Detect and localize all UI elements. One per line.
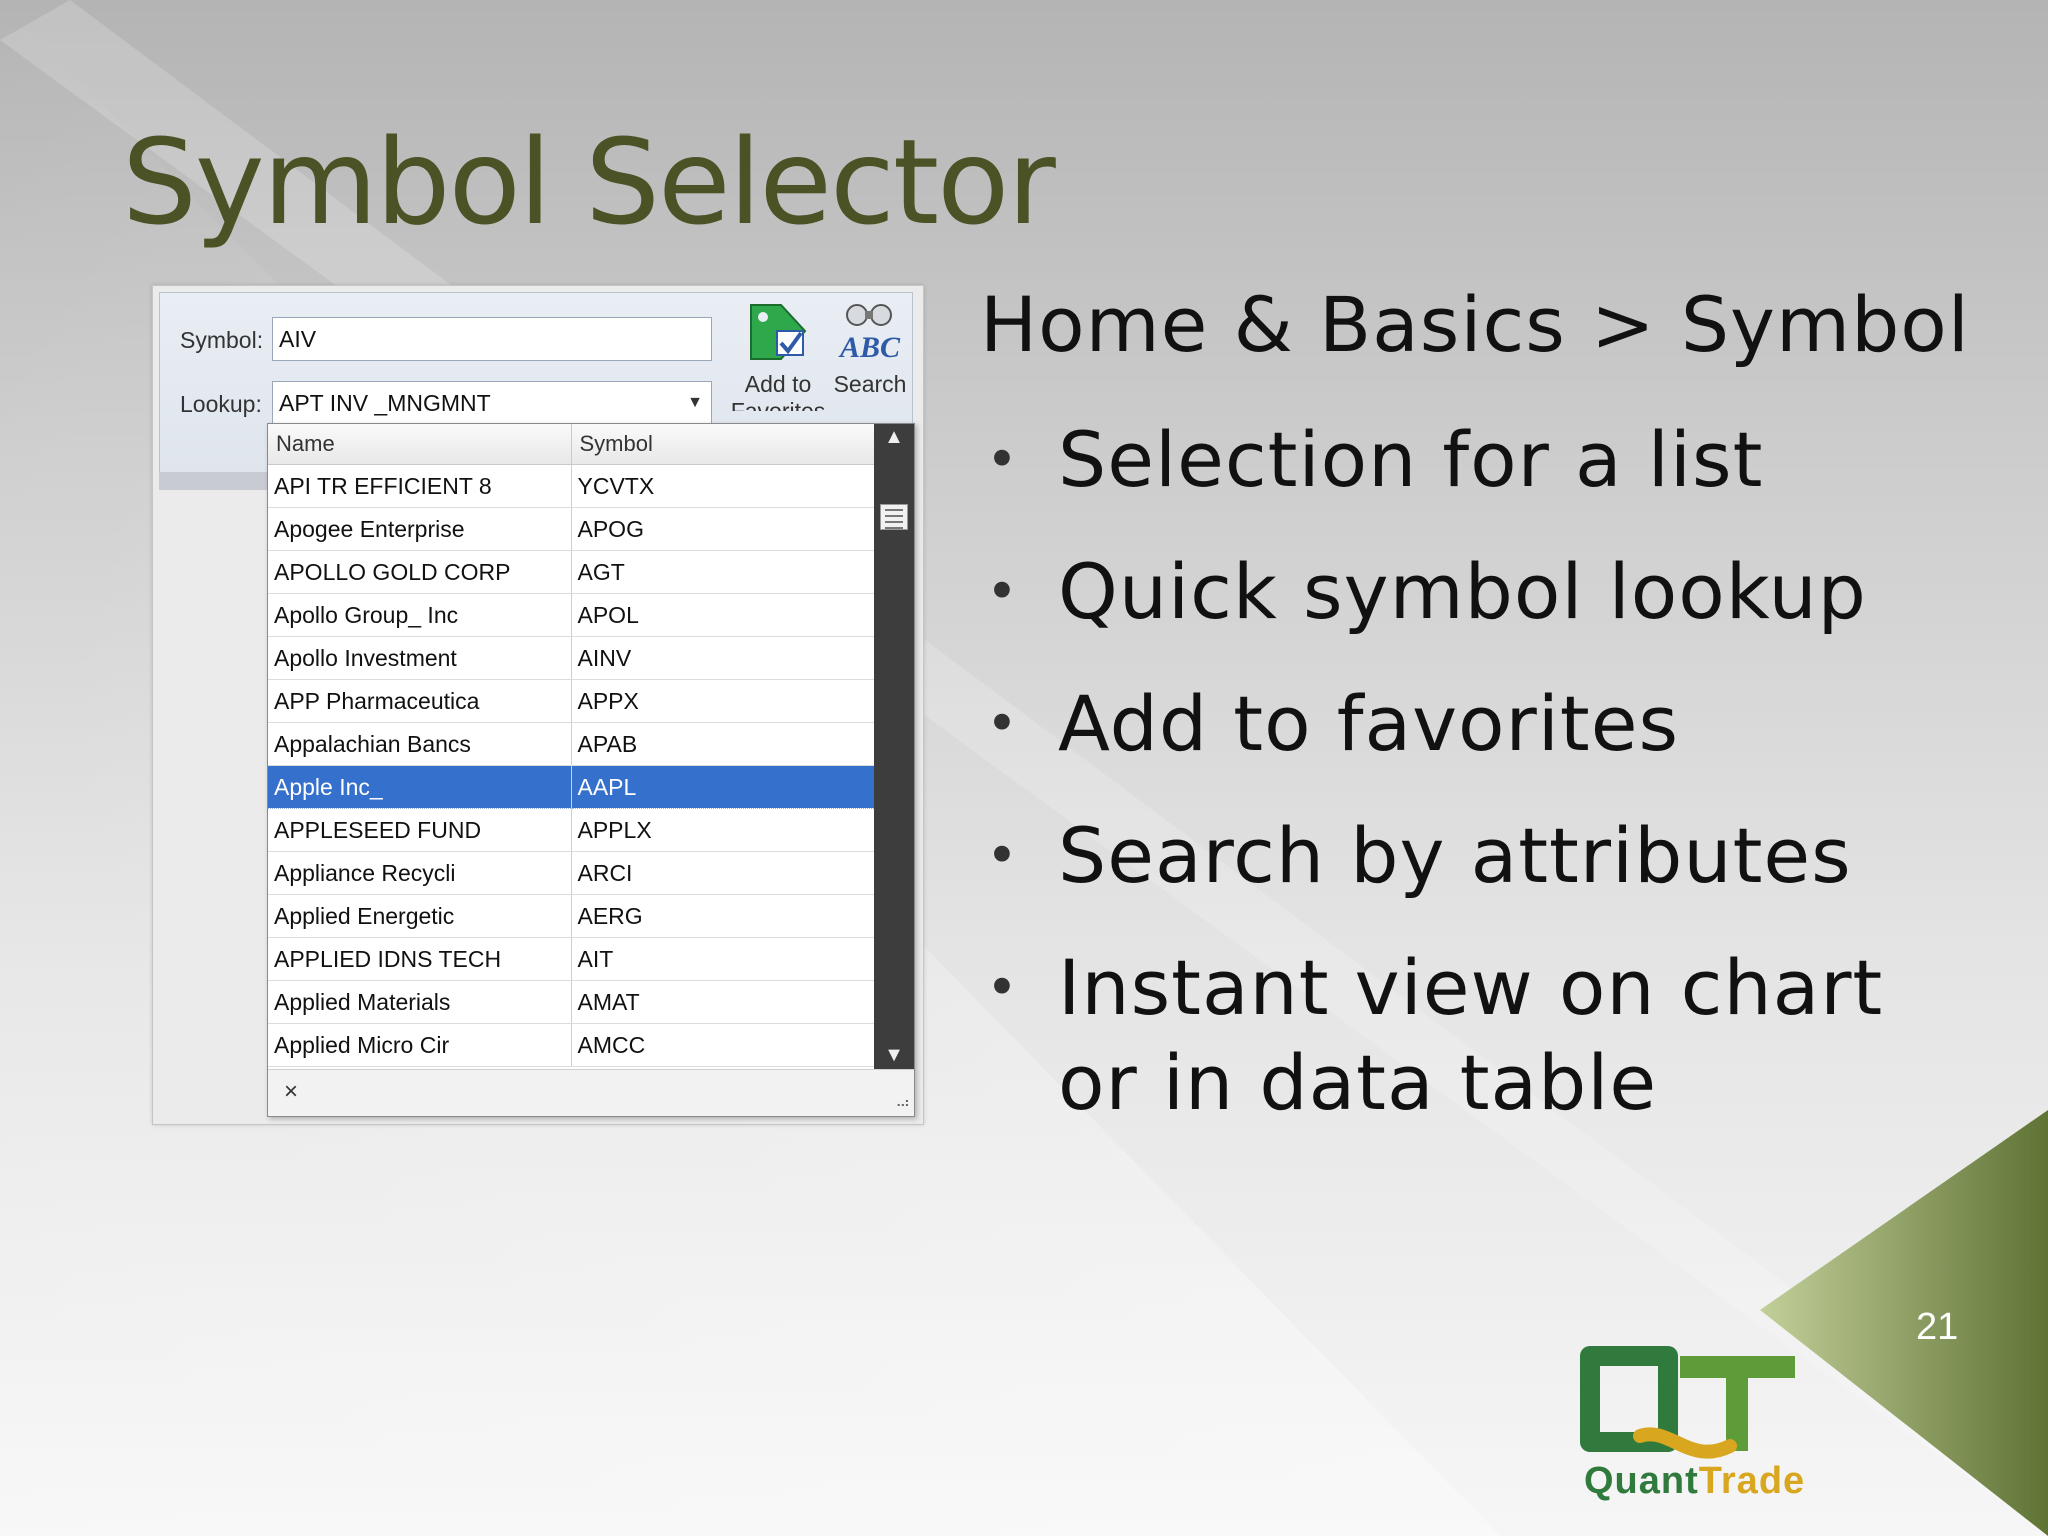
symbol-selector-panel: Symbol: Lookup: APT INV _MNGMNT ▼ Add to… (152, 285, 924, 1125)
dropdown-footer: × ⠠⠴ (268, 1069, 914, 1116)
lookup-combo[interactable]: APT INV _MNGMNT ▼ (272, 381, 712, 425)
row-name: Applied Energetic (268, 894, 572, 938)
row-symbol: YCVTX (571, 464, 875, 508)
bullet-list: • Selection for a list • Quick symbol look… (980, 412, 1978, 1167)
row-name: Apollo Investment (268, 636, 572, 680)
lookup-dropdown-list[interactable]: Name Symbol API TR EFFICIENT 8 YCVTX Apog… (267, 423, 915, 1117)
row-name: Apollo Group_ Inc (268, 593, 572, 637)
row-symbol: AGT (571, 550, 875, 594)
symbol-input[interactable] (272, 317, 712, 361)
table-row[interactable]: Appalachian Bancs APAB (268, 722, 875, 766)
row-name: Applied Materials (268, 980, 572, 1024)
scroll-down-icon[interactable]: ▼ (874, 1044, 914, 1067)
table-row[interactable]: APPLIED IDNS TECH AIT (268, 937, 875, 981)
row-symbol: AAPL (571, 765, 875, 809)
resize-grip-icon[interactable]: ⠠⠴ (891, 1094, 909, 1111)
row-symbol: AMAT (571, 980, 875, 1024)
search-label: Search (833, 371, 907, 397)
scroll-thumb[interactable] (880, 504, 908, 530)
bullet-item: • Search by attributes (980, 808, 1978, 903)
favorite-tag-icon (750, 304, 807, 360)
table-row[interactable]: Apple Inc_ AAPL (268, 765, 875, 809)
row-name: API TR EFFICIENT 8 (268, 464, 572, 508)
row-symbol: AINV (571, 636, 875, 680)
row-name: APPLIED IDNS TECH (268, 937, 572, 981)
table-row[interactable]: Applied Energetic AERG (268, 894, 875, 938)
svg-text:ABC: ABC (838, 331, 901, 364)
table-row[interactable]: Appliance Recycli ARCI (268, 851, 875, 895)
row-symbol: APPX (571, 679, 875, 723)
add-to-favorites-button[interactable]: Add to Favorites (728, 301, 828, 411)
slide-title: Symbol Selector (122, 113, 1056, 251)
column-header-symbol[interactable]: Symbol (571, 424, 875, 465)
row-symbol: APOG (571, 507, 875, 551)
table-row[interactable]: APPLESEED FUND APPLX (268, 808, 875, 852)
bullet-dot-icon: • (986, 692, 1019, 755)
column-header-name[interactable]: Name (268, 424, 572, 465)
bullet-item: • Selection for a list (980, 412, 1978, 507)
row-symbol: APPLX (571, 808, 875, 852)
symbol-grid: Name Symbol API TR EFFICIENT 8 YCVTX Apog… (268, 424, 875, 1067)
table-row[interactable]: API TR EFFICIENT 8 YCVTX (268, 464, 875, 508)
table-row[interactable]: Applied Materials AMAT (268, 980, 875, 1024)
grid-header-row: Name Symbol (268, 424, 875, 465)
add-to-favorites-label: Add to Favorites (730, 371, 826, 411)
lookup-label: Lookup: (180, 391, 262, 417)
section-heading: Home & Basics > Symbol (980, 280, 1970, 369)
vertical-scrollbar[interactable]: ▲ ▼ (874, 424, 914, 1069)
chevron-down-icon[interactable]: ▼ (687, 382, 703, 424)
bullet-item: • Quick symbol lookup (980, 544, 1978, 639)
symbol-label: Symbol: (180, 327, 264, 353)
logo-wordmark: QuantTrade (1584, 1460, 1806, 1502)
table-row[interactable]: Apogee Enterprise APOG (268, 507, 875, 551)
row-name: Appliance Recycli (268, 851, 572, 895)
row-name: Applied Micro Cir (268, 1023, 572, 1067)
row-name: Apple Inc_ (268, 765, 572, 809)
search-button[interactable]: ABC Search (820, 301, 920, 398)
row-name: APPLESEED FUND (268, 808, 572, 852)
table-row[interactable]: APOLLO GOLD CORP AGT (268, 550, 875, 594)
bullet-dot-icon: • (986, 956, 1019, 1019)
row-symbol: AERG (571, 894, 875, 938)
row-symbol: APAB (571, 722, 875, 766)
close-icon[interactable]: × (284, 1078, 298, 1106)
row-symbol: ARCI (571, 851, 875, 895)
table-row[interactable]: Apollo Group_ Inc APOL (268, 593, 875, 637)
bullet-dot-icon: • (986, 428, 1019, 491)
row-name: Apogee Enterprise (268, 507, 572, 551)
page-number: 21 (1916, 1306, 1959, 1348)
lookup-value: APT INV _MNGMNT (279, 390, 491, 416)
bullet-item: • Instant view on chart or in data table (980, 940, 1978, 1130)
scroll-up-icon[interactable]: ▲ (874, 426, 914, 449)
row-symbol: AMCC (571, 1023, 875, 1067)
row-symbol: APOL (571, 593, 875, 637)
row-symbol: AIT (571, 937, 875, 981)
binoculars-abc-icon: ABC (838, 304, 901, 364)
row-name: Appalachian Bancs (268, 722, 572, 766)
bullet-dot-icon: • (986, 824, 1019, 887)
bullet-item: • Add to favorites (980, 676, 1978, 771)
table-row[interactable]: APP Pharmaceutica APPX (268, 679, 875, 723)
table-row[interactable]: Applied Micro Cir AMCC (268, 1023, 875, 1067)
table-row[interactable]: Apollo Investment AINV (268, 636, 875, 680)
bullet-dot-icon: • (986, 560, 1019, 623)
row-name: APP Pharmaceutica (268, 679, 572, 723)
row-name: APOLLO GOLD CORP (268, 550, 572, 594)
